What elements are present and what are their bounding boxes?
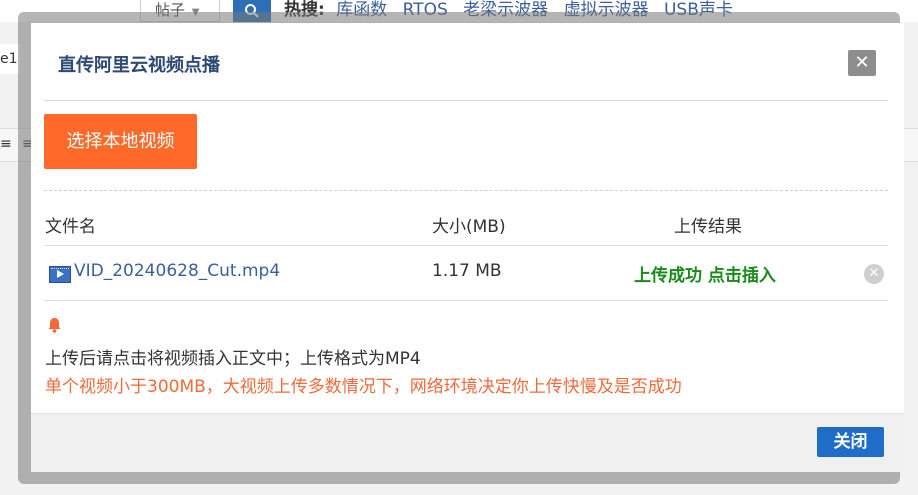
upload-video-dialog: 直传阿里云视频点播 ✕ 选择本地视频 文件名 大小(MB) 上传结果 VID_2…: [31, 23, 904, 472]
table-row: VID_20240628_Cut.mp4 1.17 MB 上传成功 点击插入 ✕: [44, 247, 888, 299]
column-header-result: 上传结果: [674, 217, 742, 237]
dialog-footer: 关闭: [31, 413, 904, 472]
file-size: 1.17 MB: [432, 261, 502, 281]
dialog-title: 直传阿里云视频点播: [58, 55, 220, 76]
divider: [44, 245, 888, 246]
select-local-video-button[interactable]: 选择本地视频: [44, 114, 197, 169]
align-left-icon[interactable]: ≡: [0, 137, 14, 151]
video-file-icon: [49, 266, 71, 283]
upload-instructions: 上传后请点击将视频插入正文中；上传格式为MP4: [45, 349, 421, 369]
upload-result-insert-link[interactable]: 上传成功 点击插入: [634, 261, 776, 286]
close-button[interactable]: 关闭: [817, 427, 884, 457]
divider-dashed: [44, 190, 888, 191]
background-breadcrumb-fragment: e1: [0, 44, 20, 74]
column-header-filename: 文件名: [45, 217, 96, 237]
bell-icon: [48, 318, 61, 333]
file-name[interactable]: VID_20240628_Cut.mp4: [74, 261, 280, 281]
remove-file-icon[interactable]: ✕: [864, 264, 884, 284]
divider: [44, 100, 888, 101]
divider: [44, 300, 888, 301]
upload-warning: 单个视频小于300MB，大视频上传多数情况下，网络环境决定你上传快慢及是否成功: [45, 377, 682, 397]
column-header-size: 大小(MB): [432, 217, 506, 237]
dialog-close-icon[interactable]: ✕: [848, 50, 876, 76]
